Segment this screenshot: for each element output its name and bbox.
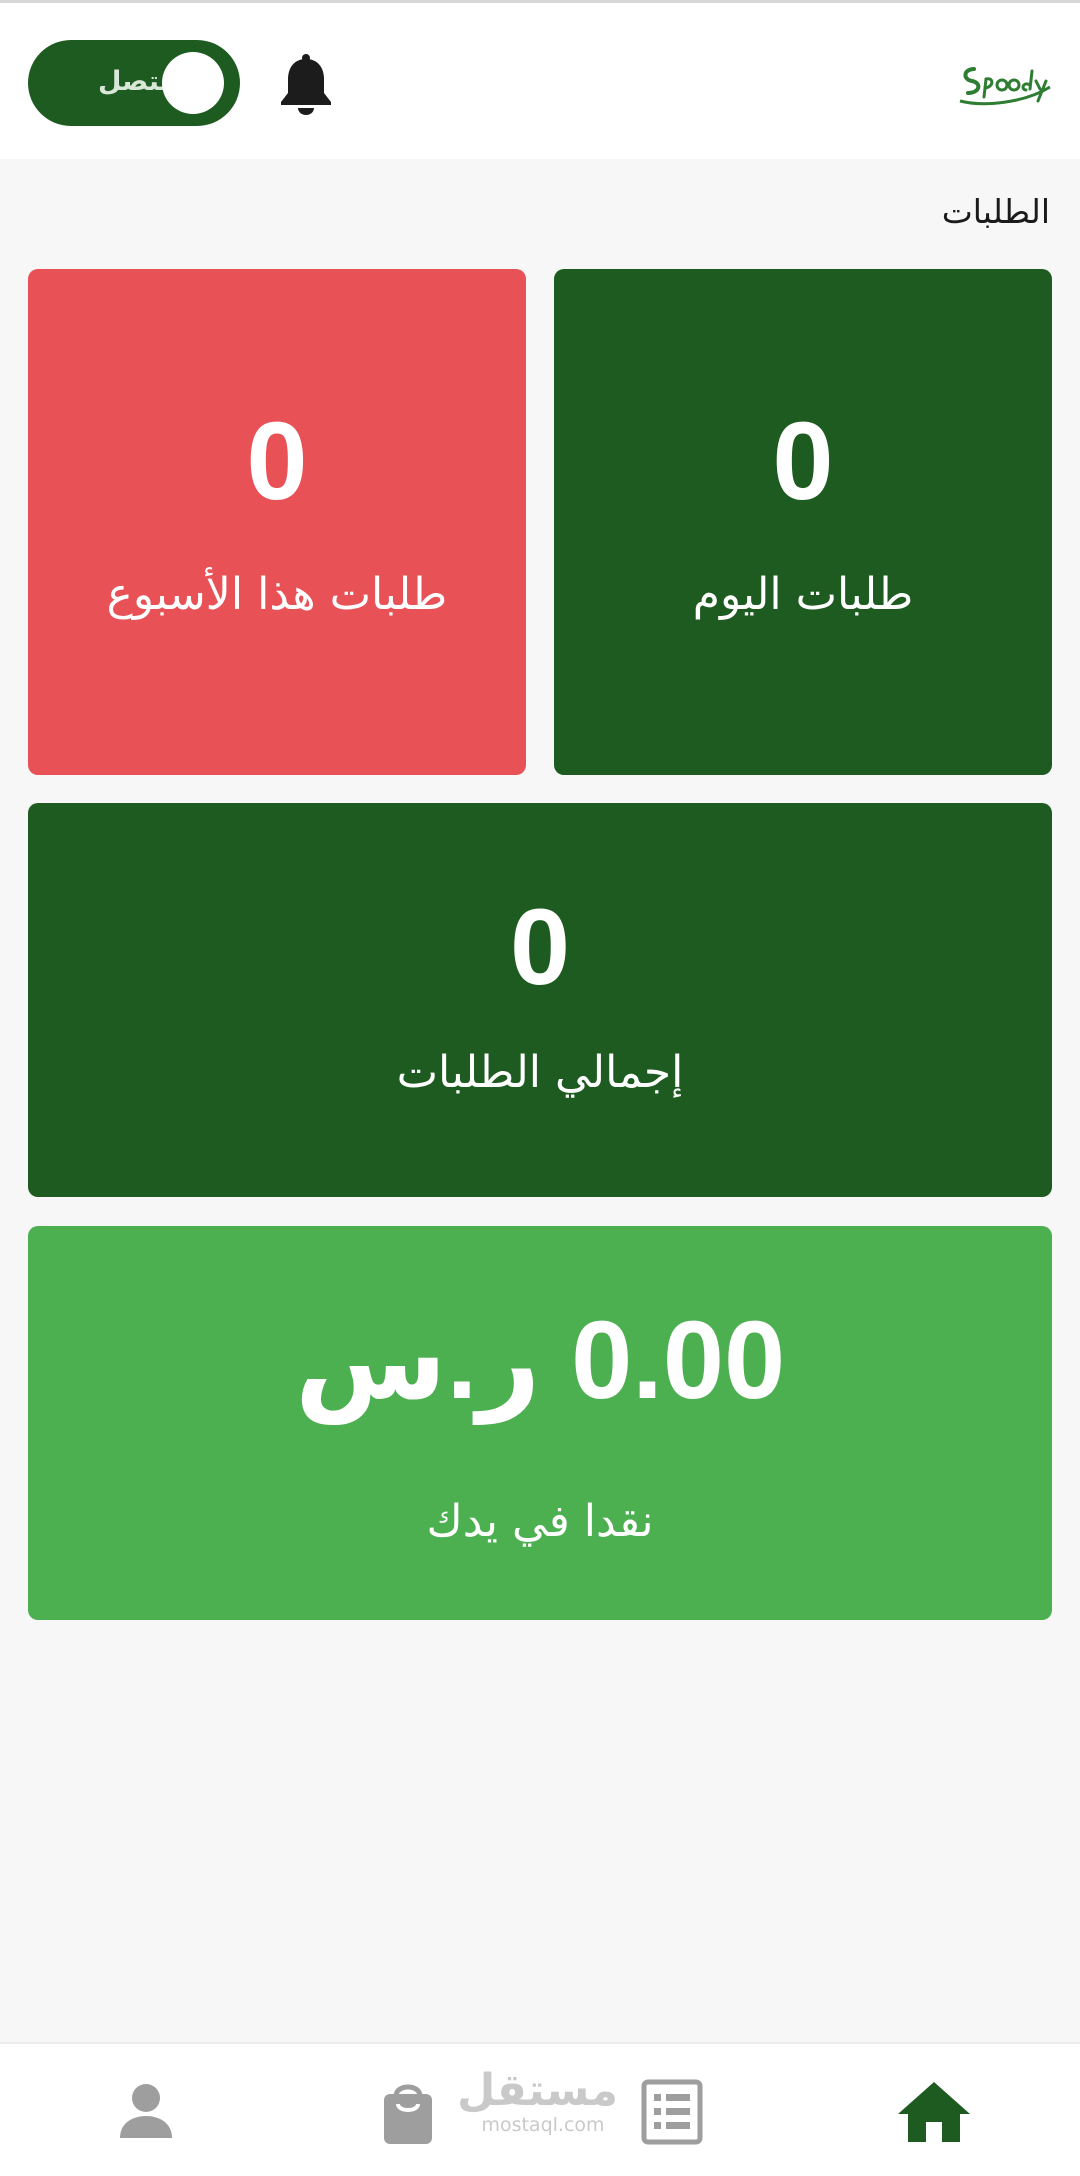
watermark-latin: mostaql.com	[481, 2114, 605, 2136]
nav-profile[interactable]	[106, 2072, 186, 2152]
total-orders-label: إجمالي الطلبات	[396, 1047, 684, 1098]
app-header: متصل	[0, 3, 1080, 159]
online-status-toggle[interactable]: متصل	[28, 40, 240, 126]
week-orders-label: طلبات هذا الأسبوع	[106, 569, 448, 620]
cash-in-hand-label: نقدا في يدك	[426, 1496, 654, 1547]
cash-in-hand-card[interactable]: 0.00 ر.س نقدا في يدك	[28, 1226, 1052, 1620]
shopping-bag-icon	[384, 2084, 432, 2144]
orders-section-title: الطلبات	[941, 192, 1050, 231]
week-orders-count: 0	[246, 400, 308, 523]
mostaql-watermark: مستقل mostaql.com	[457, 2065, 618, 2137]
today-orders-label: طلبات اليوم	[692, 569, 914, 620]
total-orders-card[interactable]: 0 إجمالي الطلبات	[28, 803, 1052, 1197]
nav-orders-bag[interactable]	[368, 2072, 448, 2152]
cash-in-hand-amount: 0.00 ر.س	[294, 1299, 786, 1422]
total-orders-count: 0	[509, 886, 571, 1007]
today-orders-card[interactable]: 0 طلبات اليوم	[554, 269, 1052, 775]
bell-icon[interactable]	[278, 53, 334, 115]
speedy-logo-icon	[954, 57, 1054, 113]
watermark-arabic: مستقل	[457, 2065, 618, 2116]
week-orders-card[interactable]: 0 طلبات هذا الأسبوع	[28, 269, 526, 775]
nav-list[interactable]	[632, 2072, 712, 2152]
person-icon	[120, 2084, 172, 2138]
home-icon	[898, 2082, 970, 2142]
nav-home[interactable]	[894, 2072, 974, 2152]
today-orders-count: 0	[772, 400, 834, 523]
list-icon	[641, 2079, 703, 2145]
toggle-knob	[162, 52, 224, 114]
